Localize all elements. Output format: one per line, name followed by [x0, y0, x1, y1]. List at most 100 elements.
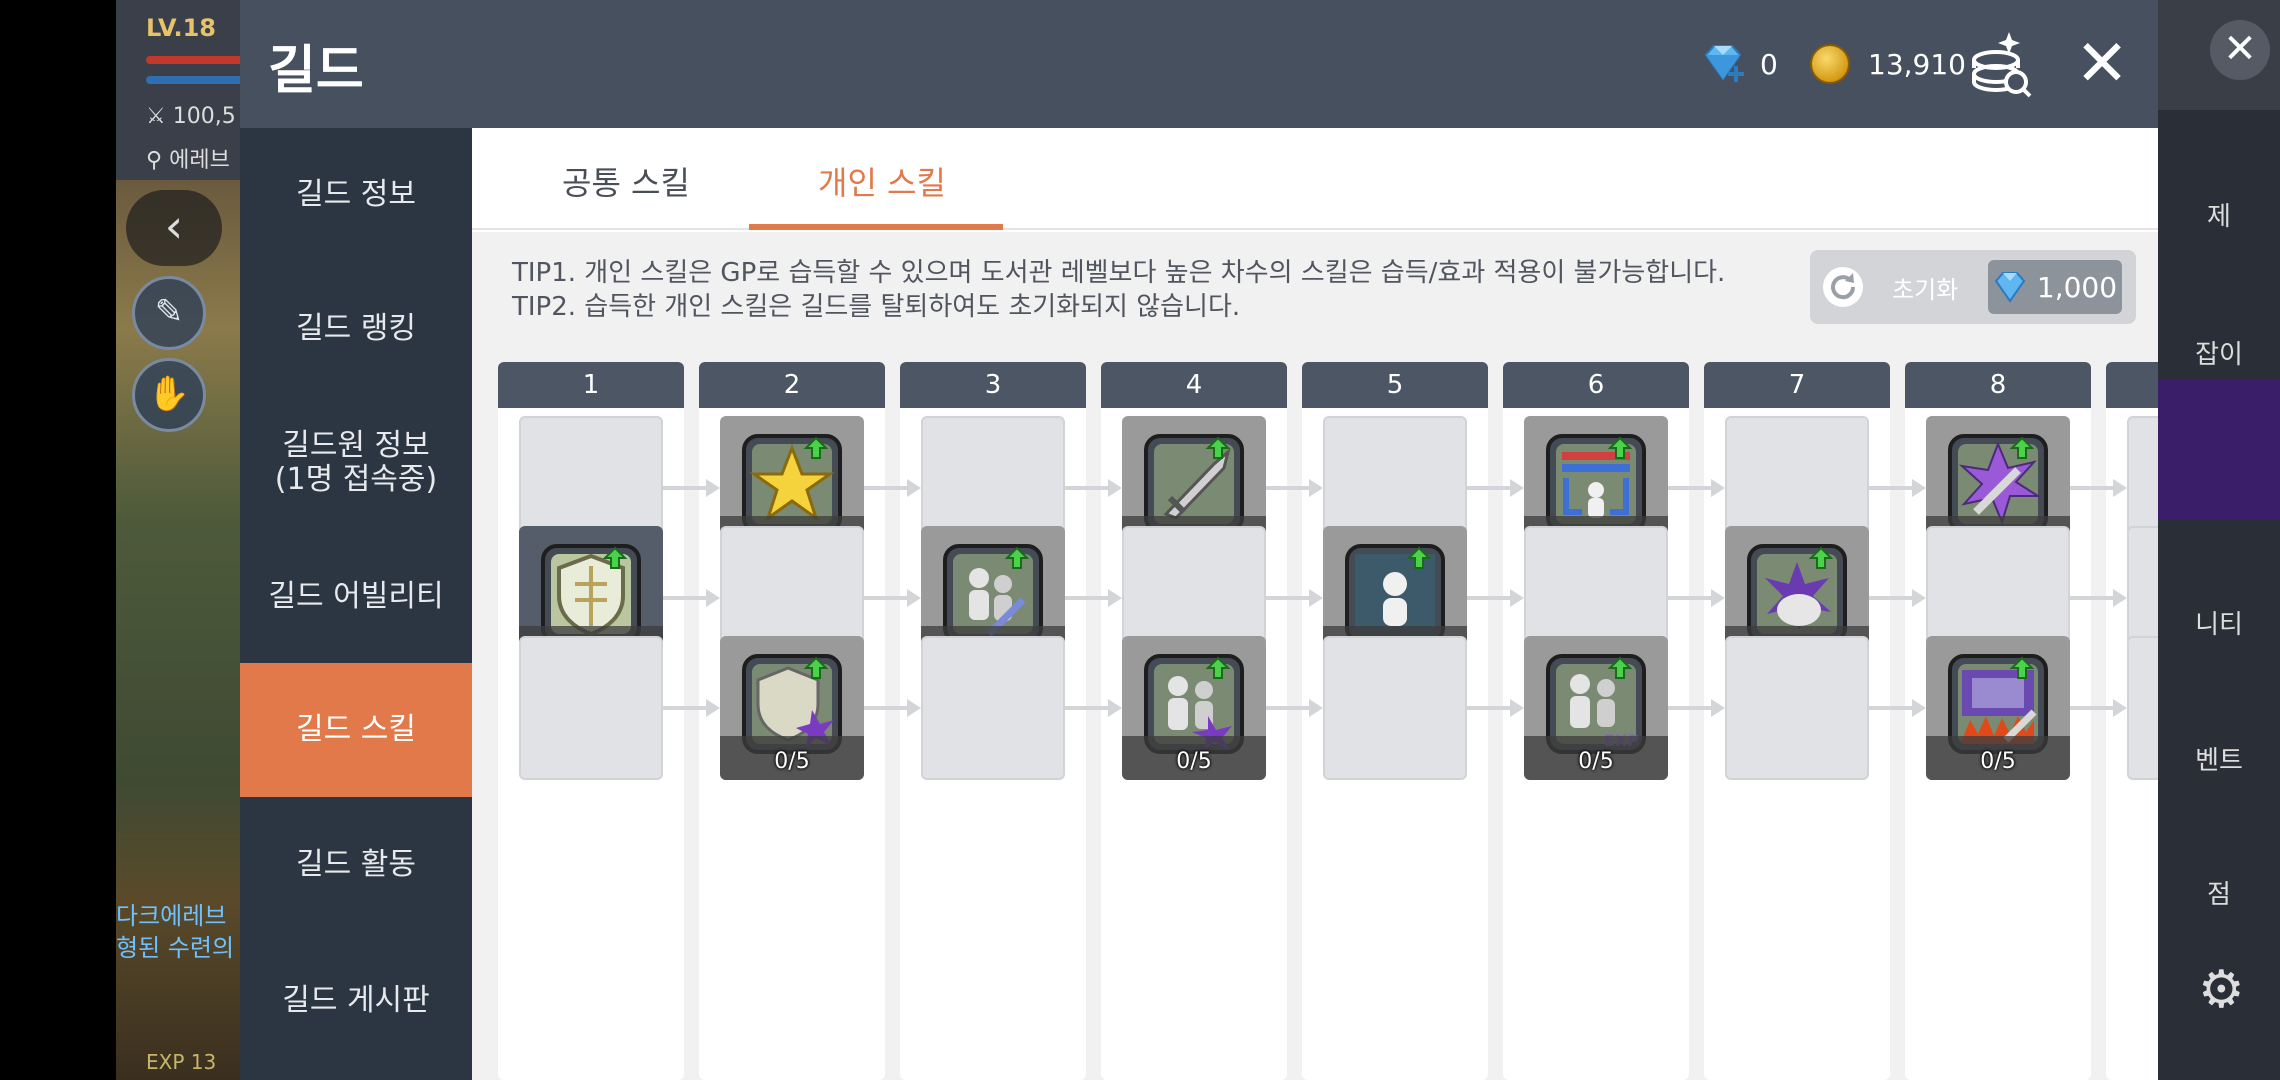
guild-dialog: 길드 0 13,910 ✕ 길드 정보 길드 랭킹 길드원 정보 (1명 접속중… [240, 0, 2158, 1080]
skill-connector [1065, 486, 1108, 490]
combat-power: ⚔ 100,5 [146, 104, 236, 129]
scroll-icon[interactable]: ✎ [132, 276, 206, 350]
exp-value: 13 [190, 1050, 217, 1074]
handshake-icon[interactable]: ✋ [132, 358, 206, 432]
sidebar-item-guild-board[interactable]: 길드 게시판 [240, 934, 472, 1068]
guild-sidebar: 길드 정보 길드 랭킹 길드원 정보 (1명 접속중) 길드 어빌리티 길드 스… [240, 128, 472, 1080]
menu-item[interactable]: 점 [2158, 874, 2280, 911]
dialog-title: 길드 [268, 41, 364, 101]
quest-line-1: 다크에레브 [116, 902, 227, 930]
sidebar-item-guild-activity[interactable]: 길드 활동 [240, 798, 472, 932]
column-header: 6 [1503, 362, 1689, 408]
skill-level: 0/5 [774, 749, 810, 774]
connector-arrow-icon [1510, 589, 1524, 607]
skill-connector [663, 706, 706, 710]
gem-plus-icon [1704, 45, 1744, 82]
menu-item[interactable]: 벤트 [2158, 740, 2280, 777]
skill-connector [1869, 486, 1912, 490]
skill-slot[interactable]: EXP0/5 [1524, 636, 1668, 780]
background-close-icon[interactable]: ✕ [2210, 20, 2270, 80]
exp-bar: EXP 13 [146, 1050, 216, 1074]
skill-connector [663, 486, 706, 490]
tab-personal-skill[interactable]: 개인 스킬 [818, 158, 946, 204]
connector-arrow-icon [1711, 479, 1725, 497]
skill-connector [1266, 486, 1309, 490]
skill-connector [2070, 706, 2113, 710]
menu-item[interactable]: 잡이 [2158, 334, 2280, 371]
empty-skill-slot [519, 636, 663, 780]
skill-connector [1467, 596, 1510, 600]
connector-arrow-icon [1108, 589, 1122, 607]
connector-arrow-icon [907, 699, 921, 717]
column-header: 8 [1905, 362, 2091, 408]
connector-arrow-icon [907, 589, 921, 607]
skill-connector [663, 596, 706, 600]
skill-connector [1668, 486, 1711, 490]
quest-line-2: 형된 수련의 [116, 934, 235, 962]
connector-arrow-icon [706, 589, 720, 607]
skill-connector [864, 596, 907, 600]
connector-arrow-icon [706, 699, 720, 717]
close-button[interactable]: ✕ [2062, 24, 2142, 104]
skill-slot[interactable]: 0/5 [1122, 636, 1266, 780]
skill-connector [1869, 706, 1912, 710]
skill-slot[interactable]: 0/5 [1926, 636, 2070, 780]
empty-skill-slot [1323, 636, 1467, 780]
skill-tabs: 공통 스킬 개인 스킬 [472, 128, 2158, 230]
settings-gear-icon[interactable]: ⚙ [2198, 960, 2262, 1024]
gem-currency[interactable]: 0 [1700, 36, 1778, 92]
sidebar-item-guild-info[interactable]: 길드 정보 [240, 128, 472, 262]
hp-bar [146, 56, 246, 64]
connector-arrow-icon [1510, 699, 1524, 717]
skill-connector [864, 486, 907, 490]
skill-columns: 12345678Max0/50/50/50/50/50/50/5EXP0/50/… [472, 232, 2158, 1080]
currency-info-button[interactable] [1962, 24, 2042, 104]
empty-skill-slot [921, 636, 1065, 780]
menu-item[interactable]: 제 [2158, 196, 2280, 233]
connector-arrow-icon [907, 479, 921, 497]
connector-arrow-icon [1711, 589, 1725, 607]
mp-bar [146, 76, 246, 84]
tab-common-skill[interactable]: 공통 스킬 [562, 158, 690, 204]
skill-connector [2070, 596, 2113, 600]
menu-item[interactable]: 니티 [2158, 604, 2280, 641]
coin-icon [1810, 44, 1850, 84]
connector-arrow-icon [1309, 589, 1323, 607]
sidebar-item-guild-skill[interactable]: 길드 스킬 [240, 663, 472, 797]
event-banner[interactable] [2158, 380, 2280, 520]
connector-arrow-icon [1912, 699, 1926, 717]
column-header: 3 [900, 362, 1086, 408]
column-header: 4 [1101, 362, 1287, 408]
meso-currency: 13,910 [1810, 36, 1966, 92]
active-tab-indicator [749, 224, 1003, 230]
connector-arrow-icon [1108, 479, 1122, 497]
column-header: 1 [498, 362, 684, 408]
connector-arrow-icon [1108, 699, 1122, 717]
skill-tree-area: TIP1. 개인 스킬은 GP로 습득할 수 있으며 도서관 레벨보다 높은 차… [472, 232, 2158, 1080]
skill-level: 0/5 [1980, 749, 2016, 774]
sidebar-item-guild-ability[interactable]: 길드 어빌리티 [240, 530, 472, 664]
skill-connector [1266, 596, 1309, 600]
column-header [2106, 362, 2158, 408]
back-button[interactable]: ‹ [126, 190, 222, 266]
coin-count: 13,910 [1868, 47, 1966, 81]
skill-content: 공통 스킬 개인 스킬 TIP1. 개인 스킬은 GP로 습득할 수 있으며 도… [472, 128, 2158, 1080]
column-header: 2 [699, 362, 885, 408]
skill-connector [1266, 706, 1309, 710]
sidebar-item-guild-members[interactable]: 길드원 정보 (1명 접속중) [240, 396, 472, 530]
exp-label: EXP [146, 1050, 185, 1074]
skill-slot[interactable]: 0/5 [720, 636, 864, 780]
connector-arrow-icon [1309, 699, 1323, 717]
background-menu-right: ✕ 제 잡이 니티 벤트 점 ⚙ [2158, 0, 2280, 1080]
connector-arrow-icon [1309, 479, 1323, 497]
connector-arrow-icon [1510, 479, 1524, 497]
location-name: 에레브 [169, 148, 230, 173]
game-screen: LV.18 ⚔ 100,5 ⚲ 에레브 ‹ ✎ ✋ 다크에레브 형된 수련의 E… [0, 0, 2280, 1080]
sidebar-item-guild-ranking[interactable]: 길드 랭킹 [240, 262, 472, 396]
empty-skill-slot [2127, 636, 2158, 780]
combat-power-value: 100,5 [172, 104, 236, 129]
quest-tracker[interactable]: 다크에레브 형된 수련의 [116, 900, 234, 964]
skill-connector [1668, 596, 1711, 600]
skill-connector [1467, 706, 1510, 710]
connector-arrow-icon [706, 479, 720, 497]
